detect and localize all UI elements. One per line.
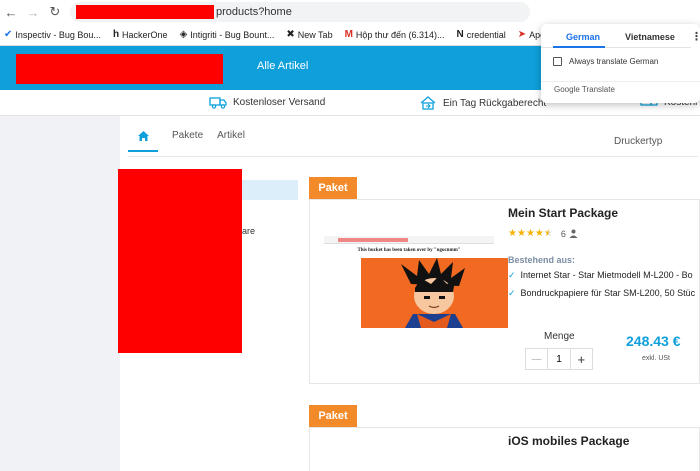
product-card[interactable]: This bucket has been taken over by "ngoc… xyxy=(309,199,700,384)
quantity-value[interactable]: 1 xyxy=(548,349,569,369)
sidebar-redaction xyxy=(118,169,242,353)
always-translate-label[interactable]: Always translate German xyxy=(569,57,658,66)
tab-german[interactable]: German xyxy=(566,32,600,42)
star-icon: ★ xyxy=(516,228,526,239)
one-day-return: Ein Tag Rückgaberecht xyxy=(419,96,546,110)
tabs-divider xyxy=(128,156,698,157)
always-translate-checkbox[interactable] xyxy=(553,57,562,66)
h-icon: h xyxy=(112,29,120,40)
check-icon: ✓ xyxy=(508,270,516,280)
sidebar-active-item[interactable] xyxy=(242,180,298,200)
category-tabs: Pakete Artikel xyxy=(128,130,259,152)
truck-icon xyxy=(209,97,227,109)
star-icon: ★ xyxy=(508,228,517,239)
character-illustration xyxy=(401,258,465,328)
person-icon xyxy=(569,229,578,238)
bookmark-label: HackerOne xyxy=(122,29,168,40)
product-price: 248.43 € xyxy=(626,333,681,349)
popup-divider xyxy=(541,81,700,82)
bookmark-label: Inspectiv - Bug Bou... xyxy=(15,29,101,40)
included-item-text: Internet Star - Star Mietmodell M-L200 -… xyxy=(520,270,693,280)
printer-type-filter[interactable]: Druckertyp xyxy=(614,136,662,147)
image-browser-bar xyxy=(324,236,494,244)
notion-icon: N xyxy=(456,29,464,40)
tab-vietnamese[interactable]: Vietnamese xyxy=(625,32,675,42)
included-item: ✓ Internet Star - Star Mietmodell M-L200 … xyxy=(508,270,693,281)
tab-home[interactable] xyxy=(128,130,158,152)
forward-arrow-icon[interactable]: → xyxy=(22,0,44,24)
bookmark-new-tab[interactable]: ✖ New Tab xyxy=(286,29,332,40)
vat-note: exkl. USt xyxy=(642,355,671,362)
tab-packages[interactable]: Pakete xyxy=(172,130,203,152)
bookmark-gmail[interactable]: M Hộp thư đến (6.314)... xyxy=(345,29,445,40)
aperi-icon: ➤ xyxy=(517,29,527,40)
reload-icon[interactable]: ↻ xyxy=(44,0,66,24)
more-options-icon[interactable]: ⋮ xyxy=(691,30,700,43)
bookmark-label: Intigriti - Bug Bount... xyxy=(190,29,275,40)
bookmark-label: New Tab xyxy=(297,29,333,40)
quantity-stepper[interactable]: — 1 + xyxy=(525,348,593,370)
product-card[interactable]: iOS mobiles Package xyxy=(309,427,700,471)
image-caption: This bucket has been taken over by "ngoc… xyxy=(357,248,461,253)
product-image[interactable]: This bucket has been taken over by "ngoc… xyxy=(324,236,508,334)
bookmark-credential[interactable]: N credential xyxy=(457,29,506,40)
product-title[interactable]: Mein Start Package xyxy=(508,206,618,220)
star-icon: ★ xyxy=(534,228,544,239)
bookmark-label: credential xyxy=(466,29,506,40)
x-icon: ✖ xyxy=(286,29,295,40)
quantity-label: Menge xyxy=(544,331,575,342)
benefit-label: Kostenloser Versand xyxy=(233,97,326,108)
url-redaction xyxy=(76,5,214,19)
review-count: 6 xyxy=(560,228,566,239)
return-house-icon xyxy=(420,96,436,110)
bookmark-inspectiv[interactable]: ✔ Inspectiv - Bug Bou... xyxy=(4,29,101,40)
check-icon: ✔ xyxy=(4,29,13,40)
check-icon: ✓ xyxy=(508,288,516,298)
star-half-icon: ★ xyxy=(543,228,553,239)
sidebar-item-text[interactable]: are xyxy=(242,226,255,236)
logo-redaction xyxy=(16,54,223,84)
star-rating: ★ ★ ★ ★ ★ 6 xyxy=(508,228,578,239)
minus-icon[interactable]: — xyxy=(526,349,549,369)
translate-language-tabs: German Vietnamese xyxy=(541,24,691,48)
image-artwork xyxy=(361,258,508,328)
star-icon: ★ xyxy=(525,228,535,239)
home-icon xyxy=(137,131,149,141)
product-title[interactable]: iOS mobiles Package xyxy=(508,434,629,448)
includes-label: Bestehend aus: xyxy=(508,255,576,265)
bookmark-hackerone[interactable]: h HackerOne xyxy=(113,29,168,40)
gmail-icon: M xyxy=(344,29,353,40)
address-bar[interactable]: products?home xyxy=(70,2,530,22)
translate-popup: German Vietnamese ⋮ Always translate Ger… xyxy=(541,24,700,103)
package-badge: Paket xyxy=(309,405,357,427)
url-text: products?home xyxy=(216,6,292,18)
tab-articles[interactable]: Artikel xyxy=(217,130,245,152)
all-articles-link[interactable]: Alle Artikel xyxy=(257,60,308,72)
back-arrow-icon[interactable]: ← xyxy=(0,0,22,24)
plus-icon[interactable]: + xyxy=(569,349,592,369)
active-tab-indicator xyxy=(553,46,605,48)
free-shipping: Kostenloser Versand xyxy=(209,96,325,109)
browser-toolbar: ← → ↻ products?home xyxy=(0,0,700,24)
included-item-text: Bondruckpapiere für Star SM-L200, 50 Stü… xyxy=(520,288,696,298)
google-translate-brand: Google Translate xyxy=(554,85,615,94)
package-badge: Paket xyxy=(309,177,357,199)
bookmark-label: Hộp thư đến (6.314)... xyxy=(355,29,445,40)
bookmark-intigriti[interactable]: ◈ Intigriti - Bug Bount... xyxy=(180,29,275,40)
benefit-label: Ein Tag Rückgaberecht xyxy=(443,97,547,109)
included-item: ✓ Bondruckpapiere für Star SM-L200, 50 St… xyxy=(508,288,695,299)
intigriti-icon: ◈ xyxy=(179,29,188,40)
image-url-bar xyxy=(338,238,408,242)
